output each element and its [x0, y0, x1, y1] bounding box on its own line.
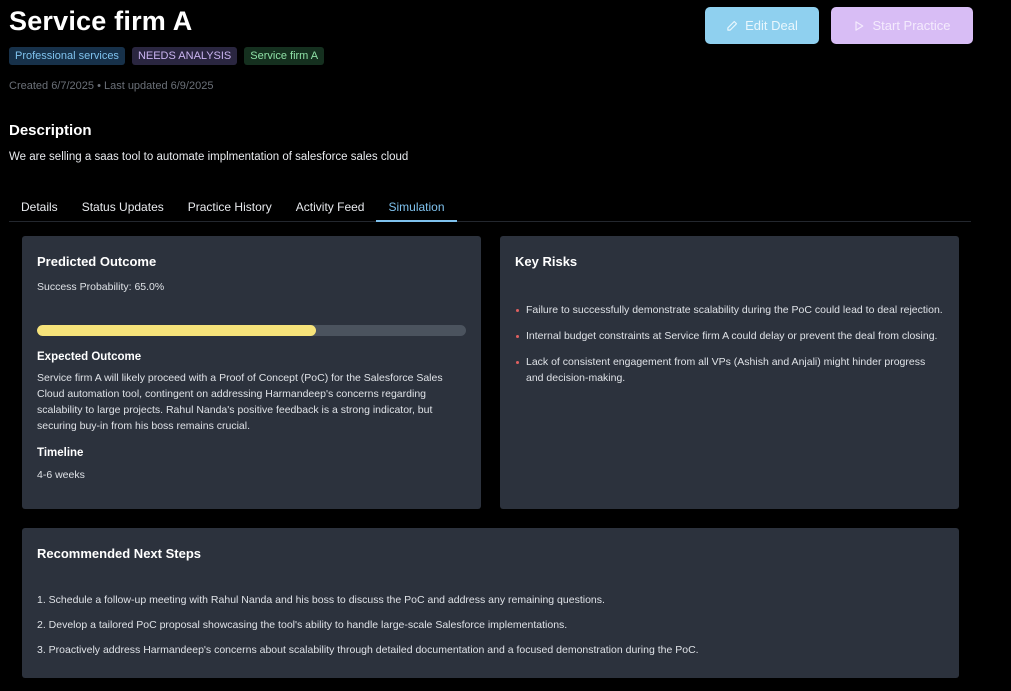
timeline-title: Timeline — [37, 447, 84, 459]
success-probability-bar — [37, 325, 466, 336]
risk-item: Failure to successfully demonstrate scal… — [515, 302, 944, 318]
next-steps-card: Recommended Next Steps 1. Schedule a fol… — [22, 528, 959, 678]
expected-outcome-title: Expected Outcome — [37, 351, 142, 363]
timeline-text: 4-6 weeks — [37, 469, 85, 481]
industry-tag: Professional services — [9, 47, 125, 65]
tab-status-updates[interactable]: Status Updates — [70, 196, 176, 222]
start-practice-button[interactable]: Start Practice — [831, 7, 973, 44]
description-title: Description — [9, 122, 92, 139]
deal-meta: Created 6/7/2025 • Last updated 6/9/2025 — [9, 80, 214, 92]
edit-deal-label: Edit Deal — [745, 18, 798, 33]
play-icon — [855, 20, 864, 31]
risk-item: Internal budget constraints at Service f… — [515, 328, 944, 344]
tag-list: Professional services NEEDS ANALYSIS Ser… — [9, 47, 325, 65]
pencil-icon — [727, 20, 738, 31]
predicted-outcome-title: Predicted Outcome — [37, 254, 157, 269]
success-probability-fill — [37, 325, 316, 336]
key-risks-card: Key Risks Failure to successfully demons… — [500, 236, 959, 509]
tab-simulation[interactable]: Simulation — [376, 196, 457, 222]
success-probability-text: Success Probability: 65.0% — [37, 281, 165, 293]
stage-tag: NEEDS ANALYSIS — [131, 47, 238, 65]
next-steps-title: Recommended Next Steps — [37, 546, 201, 561]
tab-details[interactable]: Details — [9, 196, 70, 222]
tab-activity-feed[interactable]: Activity Feed — [284, 196, 377, 222]
predicted-outcome-card: Predicted Outcome Success Probability: 6… — [22, 236, 481, 509]
next-steps-list: 1. Schedule a follow-up meeting with Rah… — [37, 592, 944, 658]
next-step-item: 1. Schedule a follow-up meeting with Rah… — [37, 594, 605, 606]
next-step-item: 3. Proactively address Harmandeep's conc… — [37, 644, 699, 656]
key-risks-title: Key Risks — [515, 254, 578, 269]
start-practice-label: Start Practice — [872, 18, 951, 33]
description-text: We are selling a saas tool to automate i… — [9, 151, 409, 163]
page-title: Service firm A — [9, 6, 193, 36]
next-step-item: 2. Develop a tailored PoC proposal showc… — [37, 619, 568, 631]
risk-item: Lack of consistent engagement from all V… — [515, 354, 944, 386]
tab-bar: Details Status Updates Practice History … — [9, 196, 971, 222]
risk-list: Failure to successfully demonstrate scal… — [515, 302, 944, 386]
company-tag: Service firm A — [244, 47, 325, 65]
tab-practice-history[interactable]: Practice History — [176, 196, 284, 222]
expected-outcome-text: Service firm A will likely proceed with … — [37, 372, 443, 432]
edit-deal-button[interactable]: Edit Deal — [705, 7, 819, 44]
